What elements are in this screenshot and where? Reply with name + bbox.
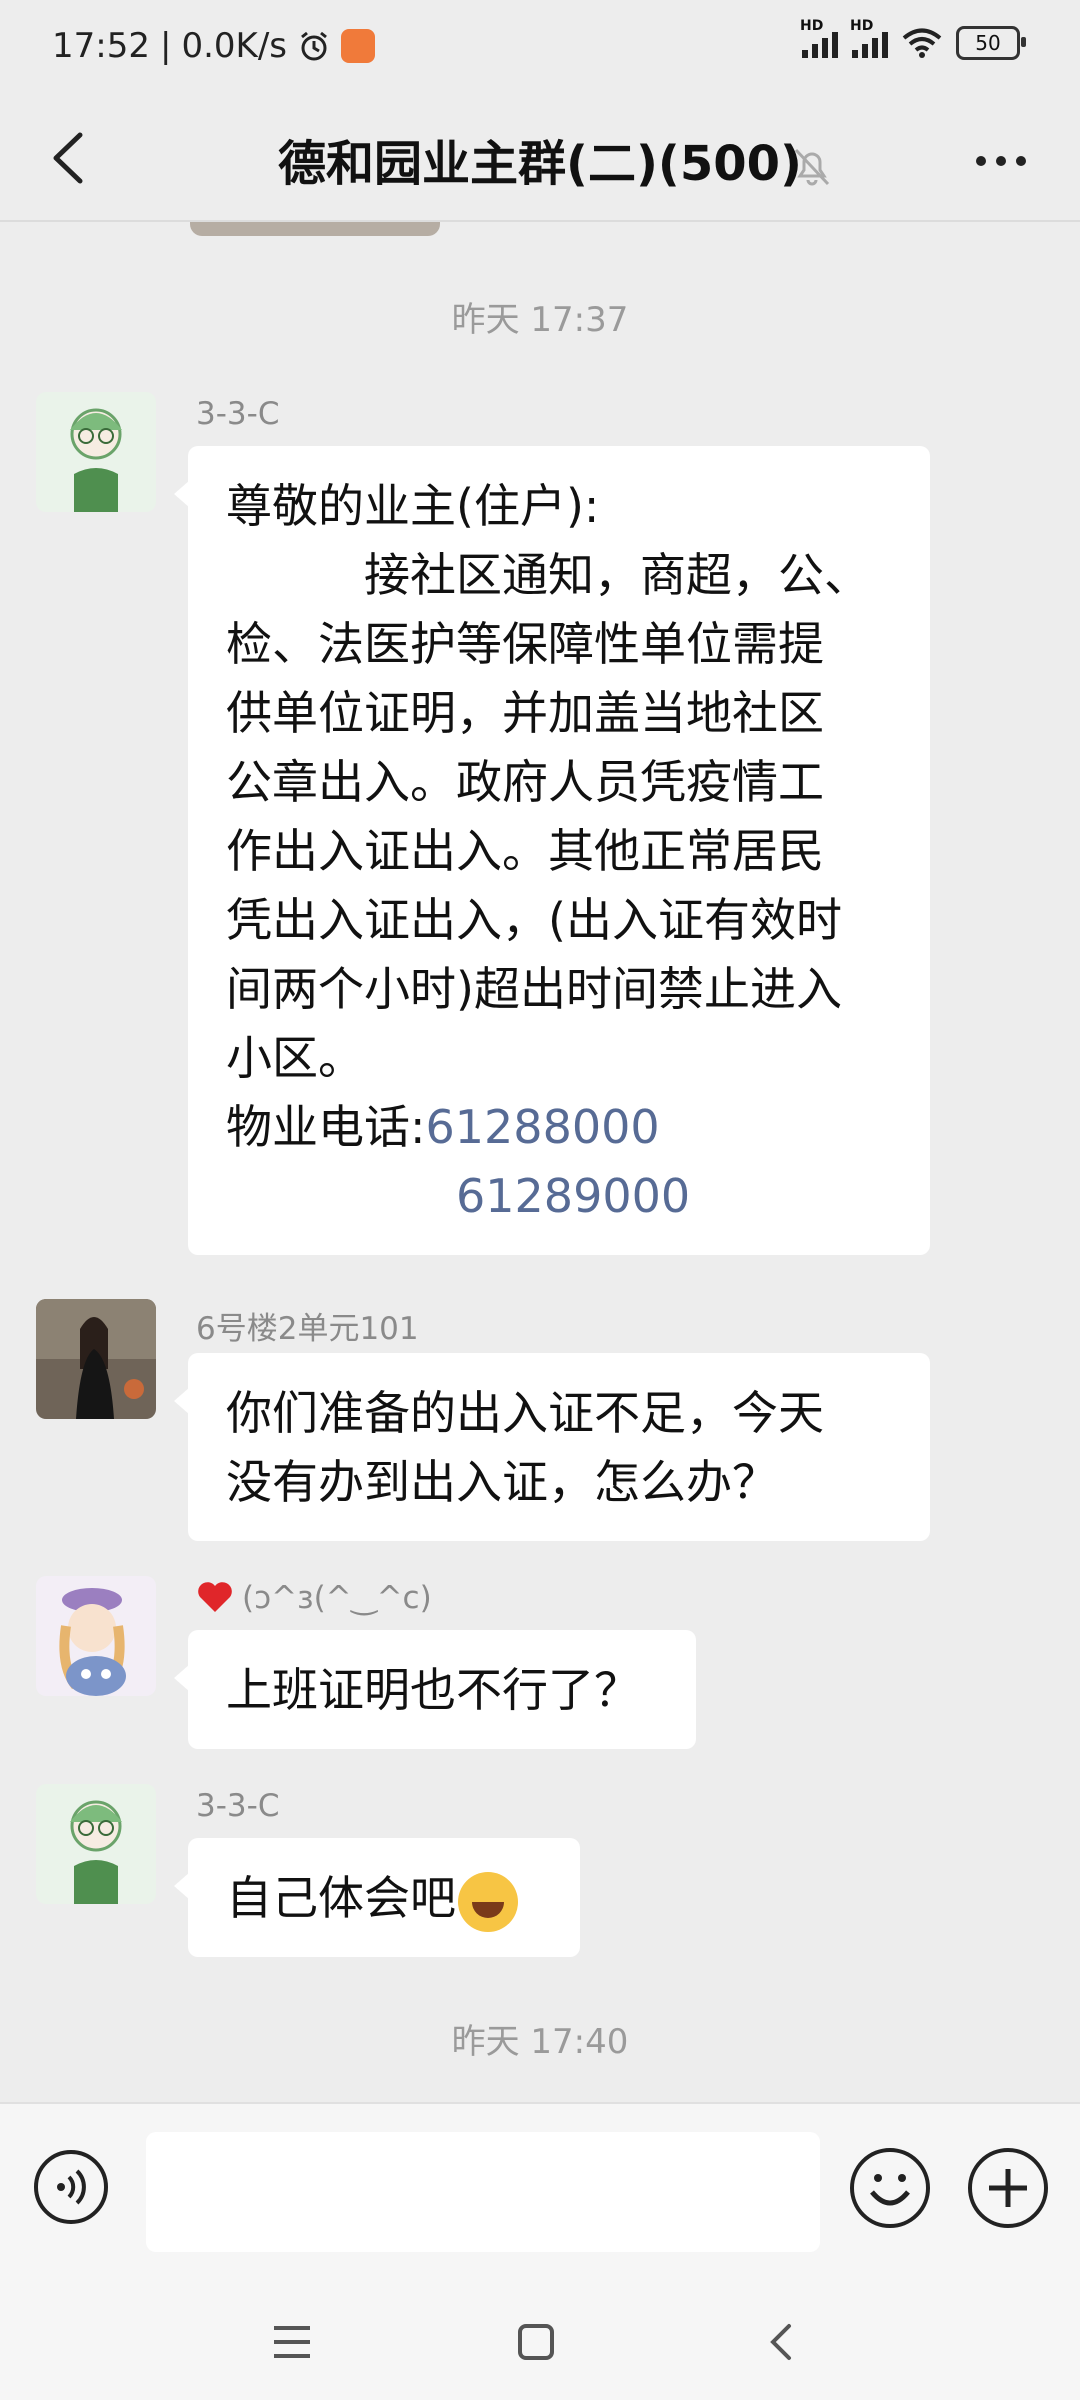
message-bubble[interactable]: 你们准备的出入证不足，今天 没有办到出入证，怎么办？ (174, 1353, 930, 1541)
status-right: HD HD 50 (800, 18, 1026, 60)
status-separator: | (159, 26, 172, 66)
sender-name: 6号楼2单元101 (196, 1311, 419, 1347)
message-line: 没有办到出入证，怎么办？ (226, 1455, 778, 1509)
message-input[interactable] (146, 2132, 820, 2252)
wifi-icon (902, 28, 942, 58)
avatar[interactable] (36, 1576, 156, 1696)
avatar[interactable] (36, 1299, 156, 1419)
message-bubble[interactable]: 上班证明也不行了？ (174, 1630, 696, 1749)
phone-line: 61289000 (226, 1162, 894, 1231)
more-icon[interactable] (966, 136, 1036, 186)
message-line: 凭出入证出入，(出入证有效时 (226, 893, 842, 947)
message-line: 供单位证明，并加盖当地社区 (226, 686, 824, 740)
chat-area[interactable]: 昨天 17:37 3-3-C 尊敬的业主(住户): 接社区通知，商超，公、 检、… (0, 222, 1080, 2102)
message-bubble[interactable]: 自己体会吧 (174, 1838, 580, 1957)
sender-name: (ɔ^з(^‿^c) (196, 1580, 432, 1616)
message-item: 3-3-C 自己体会吧 (36, 1784, 1036, 1984)
voice-icon[interactable] (34, 2150, 108, 2224)
back-nav-icon[interactable] (752, 2312, 812, 2372)
sender-name-text: (ɔ^з(^‿^c) (242, 1580, 432, 1616)
crying-laughing-emoji-icon (458, 1871, 518, 1932)
network-speed: 0.0K/s (181, 26, 287, 66)
message-line: 间两个小时)超出时间禁止进入 (226, 962, 842, 1016)
message-item: 6号楼2单元101 你们准备的出入证不足，今天 没有办到出入证，怎么办？ (36, 1299, 1036, 1549)
message-line: 作出入证出入。其他正常居民 (226, 824, 824, 878)
status-left: 17:52 | 0.0K/s (52, 26, 375, 66)
message-text: 自己体会吧 (226, 1871, 456, 1925)
phone-line: 物业电话:61288000 (226, 1093, 894, 1162)
plus-icon[interactable] (968, 2148, 1048, 2228)
message-item: (ɔ^з(^‿^c) 上班证明也不行了？ (36, 1576, 1036, 1776)
sender-name: 3-3-C (196, 396, 280, 432)
message-line: 公章出入。政府人员凭疫情工 (226, 755, 824, 809)
app-notification-icon (341, 29, 375, 63)
signal-icon: HD (800, 18, 838, 58)
input-bar (0, 2102, 1080, 2278)
home-icon[interactable] (506, 2312, 566, 2372)
phone-label: 物业电话: (226, 1100, 426, 1154)
sender-name: 3-3-C (196, 1788, 280, 1824)
clock: 17:52 (52, 26, 150, 66)
message-line: 尊敬的业主(住户): (226, 479, 600, 533)
timestamp: 昨天 17:37 (451, 300, 629, 340)
message-line: 接社区通知，商超，公、 (226, 548, 870, 602)
page-title: 德和园业主群(二)(500) (278, 136, 802, 192)
avatar[interactable] (36, 392, 156, 512)
heart-icon (198, 1582, 232, 1612)
message-line: 上班证明也不行了？ (226, 1663, 640, 1717)
emoji-icon[interactable] (850, 2148, 930, 2228)
message-line: 自己体会吧 (226, 1864, 544, 1933)
timestamp: 昨天 17:40 (451, 2022, 629, 2062)
phone-link[interactable]: 61289000 (456, 1169, 690, 1223)
chat-header: 德和园业主群(二)(500) (0, 100, 1080, 220)
previous-image-message[interactable] (190, 222, 440, 236)
status-bar: 17:52 | 0.0K/s HD HD 50 (0, 0, 1080, 100)
alarm-icon (301, 31, 327, 61)
avatar[interactable] (36, 1784, 156, 1904)
signal-icon: HD (850, 18, 888, 58)
mute-icon (794, 148, 830, 186)
phone-link[interactable]: 61288000 (426, 1100, 660, 1154)
battery-icon: 50 (956, 26, 1026, 60)
message-bubble[interactable]: 尊敬的业主(住户): 接社区通知，商超，公、 检、法医护等保障性单位需提 供单位… (174, 446, 930, 1255)
menu-icon[interactable] (262, 2312, 322, 2372)
message-line: 小区。 (226, 1031, 364, 1085)
system-navigation-bar (0, 2276, 1080, 2400)
message-line: 检、法医护等保障性单位需提 (226, 617, 824, 671)
message-line: 你们准备的出入证不足，今天 (226, 1386, 824, 1440)
